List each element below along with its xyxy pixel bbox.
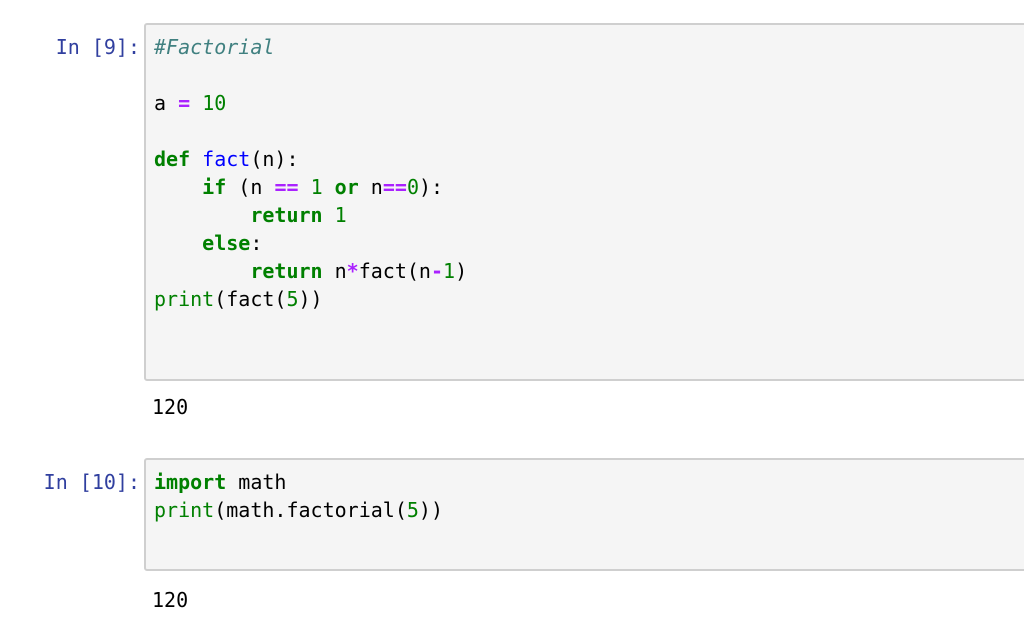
code-text[interactable]: import math print(math.factorial(5)) <box>146 460 1024 524</box>
code-token: == <box>382 175 407 199</box>
code-token: else <box>202 231 251 255</box>
code-token: fact(n <box>358 259 431 283</box>
code-token: ): <box>419 175 444 199</box>
code-token: math <box>226 470 287 494</box>
code-token: 5 <box>406 498 419 522</box>
code-token: print <box>154 498 215 522</box>
code-token: (math.factorial( <box>214 498 407 522</box>
code-token: (fact( <box>214 287 287 311</box>
input-prompt: In [10]: <box>43 470 140 494</box>
code-token: a <box>154 91 179 115</box>
code-token: )) <box>298 287 323 311</box>
code-token: or <box>334 175 359 199</box>
code-text[interactable]: #Factorial a = 10 def fact(n): if (n == 1 … <box>146 25 1024 313</box>
code-token: #Factorial <box>154 35 275 59</box>
code-line: if (n == 1 or n==0): <box>154 173 1024 201</box>
code-line: return n*fact(n-1) <box>154 257 1024 285</box>
code-line: return 1 <box>154 201 1024 229</box>
code-token: (n <box>226 175 275 199</box>
code-token: if <box>202 175 227 199</box>
code-token: 1 <box>443 259 456 283</box>
code-token: n <box>322 259 347 283</box>
code-token: n <box>358 175 383 199</box>
code-line: else: <box>154 229 1024 257</box>
code-line: def fact(n): <box>154 145 1024 173</box>
code-token: 10 <box>202 91 227 115</box>
code-token: * <box>346 259 359 283</box>
code-token: 1 <box>310 175 323 199</box>
cell-output: 120 <box>152 395 189 419</box>
code-input[interactable]: import math print(math.factorial(5)) <box>144 458 1024 571</box>
code-line: import math <box>154 468 1024 496</box>
code-token: (n): <box>250 147 299 171</box>
code-token: )) <box>418 498 444 522</box>
code-token: fact <box>202 147 251 171</box>
code-line: print(math.factorial(5)) <box>154 496 1024 524</box>
code-token: = <box>178 91 191 115</box>
code-token: import <box>154 470 227 494</box>
code-line: a = 10 <box>154 89 1024 117</box>
code-line: print(fact(5)) <box>154 285 1024 313</box>
code-input[interactable]: #Factorial a = 10 def fact(n): if (n == 1 … <box>144 23 1024 381</box>
code-token: return <box>250 259 323 283</box>
code-line: #Factorial <box>154 33 1024 61</box>
code-token: - <box>430 259 444 283</box>
code-token: 5 <box>286 287 299 311</box>
code-token: : <box>250 231 263 255</box>
code-token: 0 <box>406 175 419 199</box>
code-token: print <box>154 287 215 311</box>
code-token: def <box>154 147 191 171</box>
cell-output: 120 <box>152 588 189 612</box>
code-token: ) <box>455 259 468 283</box>
code-token: return <box>250 203 323 227</box>
code-token: 1 <box>334 203 347 227</box>
code-token: == <box>274 175 299 199</box>
input-prompt: In [9]: <box>55 35 140 59</box>
